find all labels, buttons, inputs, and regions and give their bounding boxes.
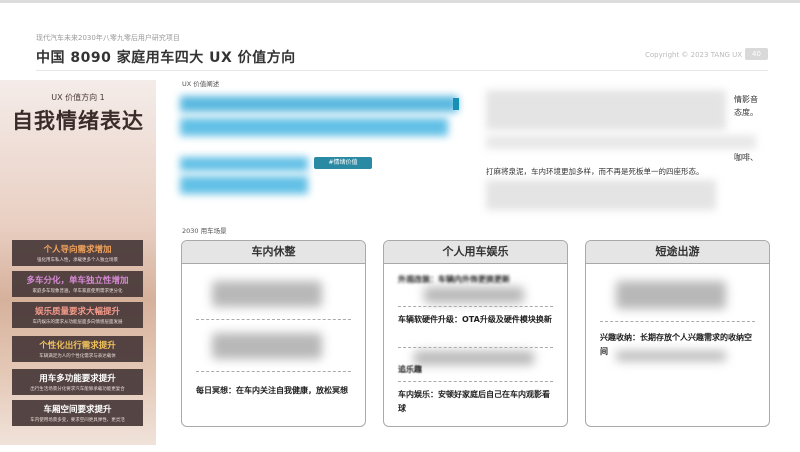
blurred-description [486,90,726,130]
blurred-headline [180,96,458,112]
page-number-badge: 40 [745,48,768,60]
trend-item-sub: 车内使用场景多变，要求空间更具弹性、更灵活 [30,418,125,423]
card-title: 短途出游 [586,241,769,264]
blurred-item [616,351,726,361]
project-subtitle: 现代汽车未来2030年八零九零后用户研究项目 [36,34,180,42]
handwritten-text: 态度。 [734,108,758,117]
trend-item-head: 个性化出行需求提升 [39,341,116,351]
ux-value-label: UX 价值阐述 [182,80,220,88]
trend-item-head: 车厢空间要求提升 [43,405,112,415]
trend-item-sub: 强化用车私人性，承载更多个人独立场景 [37,258,118,263]
card-divider [398,347,553,348]
blurred-item [616,281,726,309]
page-title: 中国 8090 家庭用车四大 UX 价值方向 [36,50,296,66]
value-direction-tag: UX 价值方向 1 [51,93,105,102]
card-item: 外观改装：车辆内外饰更换更新 [398,275,510,284]
card-item: 追乐趣 [398,365,422,374]
trend-item-sub: 车内娱乐的需求从功能层面多向情感层面发展 [32,320,123,325]
trend-item: 车厢空间要求提升 车内使用场景多变，要求空间更具弹性、更灵活 [12,400,143,426]
handwritten-text: 打麻将泉泥，车内环境更加多样，而不再是死板单一的四座形态。 [486,167,704,176]
card-divider [398,306,553,307]
trend-item-head: 用车多功能要求提升 [39,374,116,384]
handwritten-text: 咖啡、 [734,153,758,162]
card-divider [196,319,351,320]
card-item: 车辆软硬件升级：OTA升级及硬件模块换新 [398,315,552,324]
blurred-headline [180,157,308,171]
trend-item: 多车分化，单车独立性增加 家庭多车现象普遍，单车家庭使用需求更分化 [12,271,143,297]
blurred-description [486,135,756,149]
blurred-headline [180,176,308,194]
card-item: 车内娱乐：安顿好家庭后自己在车内观影看球 [398,390,550,413]
header-divider [36,70,768,71]
trend-item-sub: 出行生活场景分化要求汽车能够承载功能更复合 [30,387,125,392]
handwritten-text: 情影音 [734,95,758,104]
scene-card-entertainment: 个人用车娱乐 外观改装：车辆内外饰更换更新 车辆软硬件升级：OTA升级及硬件模块… [383,240,568,427]
trend-item-head: 个人导向需求增加 [43,245,112,255]
card-divider [196,371,351,372]
trend-item: 用车多功能要求提升 出行生活场景分化要求汽车能够承载功能更复合 [12,369,143,395]
trend-item: 娱乐质量要求大幅提升 车内娱乐的需求从功能层面多向情感层面发展 [12,302,143,328]
card-item: 每日冥想：在车内关注自我健康，放松冥想 [196,386,348,395]
card-title: 车内休整 [182,241,365,264]
window-top-bar [0,0,800,3]
card-divider [398,381,553,382]
blurred-item [212,281,322,307]
blurred-item [212,333,322,359]
trend-item-sub: 车辆满足为人的个性化需求与表达载体 [39,354,116,359]
blurred-description [486,180,716,210]
trend-item: 个性化出行需求提升 车辆满足为人的个性化需求与表达载体 [12,336,143,362]
trend-item-head: 娱乐质量要求大幅提升 [34,307,120,317]
trend-item-sub: 家庭多车现象普遍，单车家庭使用需求更分化 [32,289,123,294]
blurred-headline [180,118,448,136]
trend-item-head: 多车分化，单车独立性增加 [26,276,129,286]
value-direction-panel: UX 价值方向 1 自我情绪表达 个人导向需求增加 强化用车私人性，承载更多个人… [0,80,156,445]
emotion-value-tag: #情绪价值 [314,157,372,169]
headline-marker [453,98,459,110]
trend-item: 个人导向需求增加 强化用车私人性，承载更多个人独立场景 [12,240,143,266]
card-divider [600,321,755,322]
blurred-item [424,287,524,303]
scene-card-rest: 车内休整 每日冥想：在车内关注自我健康，放松冥想 [181,240,366,427]
copyright-text: Copyright © 2023 TANG UX [645,51,743,59]
scene-card-short-trip: 短途出游 兴趣收纳：长期存放个人兴趣需求的收纳空间 [585,240,770,427]
value-direction-title: 自我情绪表达 [12,109,144,133]
scene-label: 2030 用车场景 [182,227,227,235]
card-title: 个人用车娱乐 [384,241,567,264]
